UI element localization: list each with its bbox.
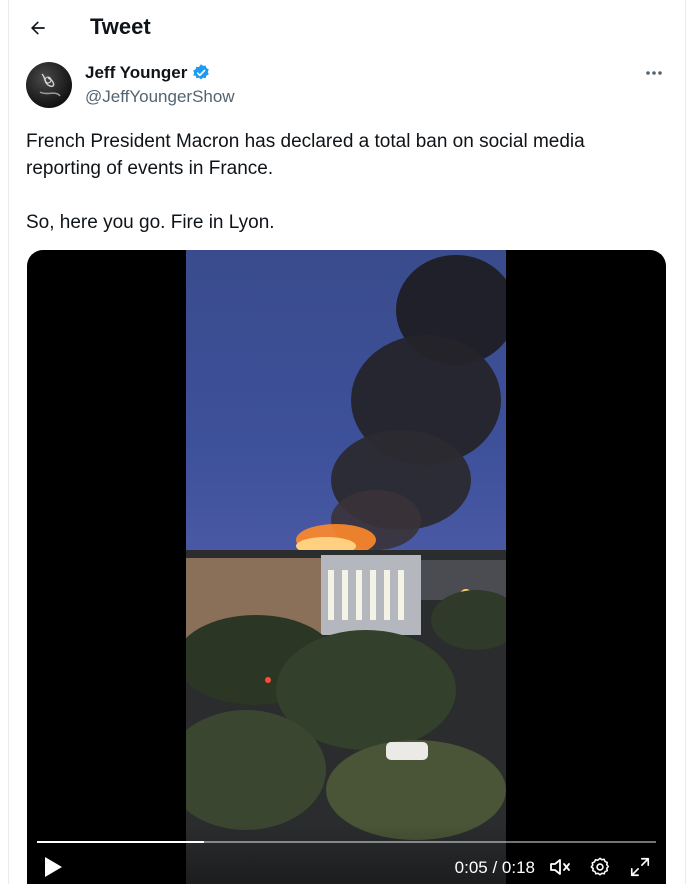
video-player[interactable]: 0:05 / 0:18 [27,250,666,884]
fullscreen-button[interactable] [627,854,653,880]
play-icon [45,857,62,877]
video-progress-bar[interactable] [37,841,656,843]
video-frame[interactable] [186,250,506,884]
author-handle[interactable]: @JeffYoungerShow [85,87,235,107]
mute-button[interactable] [547,854,573,880]
page-title: Tweet [90,14,151,39]
settings-button[interactable] [587,854,613,880]
author-name[interactable]: Jeff Younger [85,63,187,83]
video-time: 0:05 / 0:18 [454,858,535,877]
author-name-row[interactable]: Jeff Younger [85,63,211,83]
fullscreen-expand-icon [630,857,650,877]
tweet-text: French President Macron has declared a t… [26,128,646,236]
video-progress-fill [37,841,205,843]
video-controls: 0:05 / 0:18 [27,824,666,884]
play-button[interactable] [41,854,65,880]
arrow-left-icon [31,21,45,35]
verified-badge-icon [193,64,210,80]
tweet-text-paragraph: So, here you go. Fire in Lyon. [26,212,275,233]
volume-muted-icon [550,859,570,875]
tweet-text-paragraph: French President Macron has declared a t… [26,131,585,179]
avatar[interactable] [26,62,72,108]
more-options-button[interactable] [642,64,666,82]
back-button[interactable] [22,12,54,44]
timeline-border-right [685,0,686,884]
timeline-border-left [8,0,9,884]
settings-gear-icon [590,857,610,876]
page-header: Tweet [0,0,700,56]
video-still-image [186,255,506,884]
more-horizontal-icon [646,71,662,75]
avatar-image [39,73,61,97]
